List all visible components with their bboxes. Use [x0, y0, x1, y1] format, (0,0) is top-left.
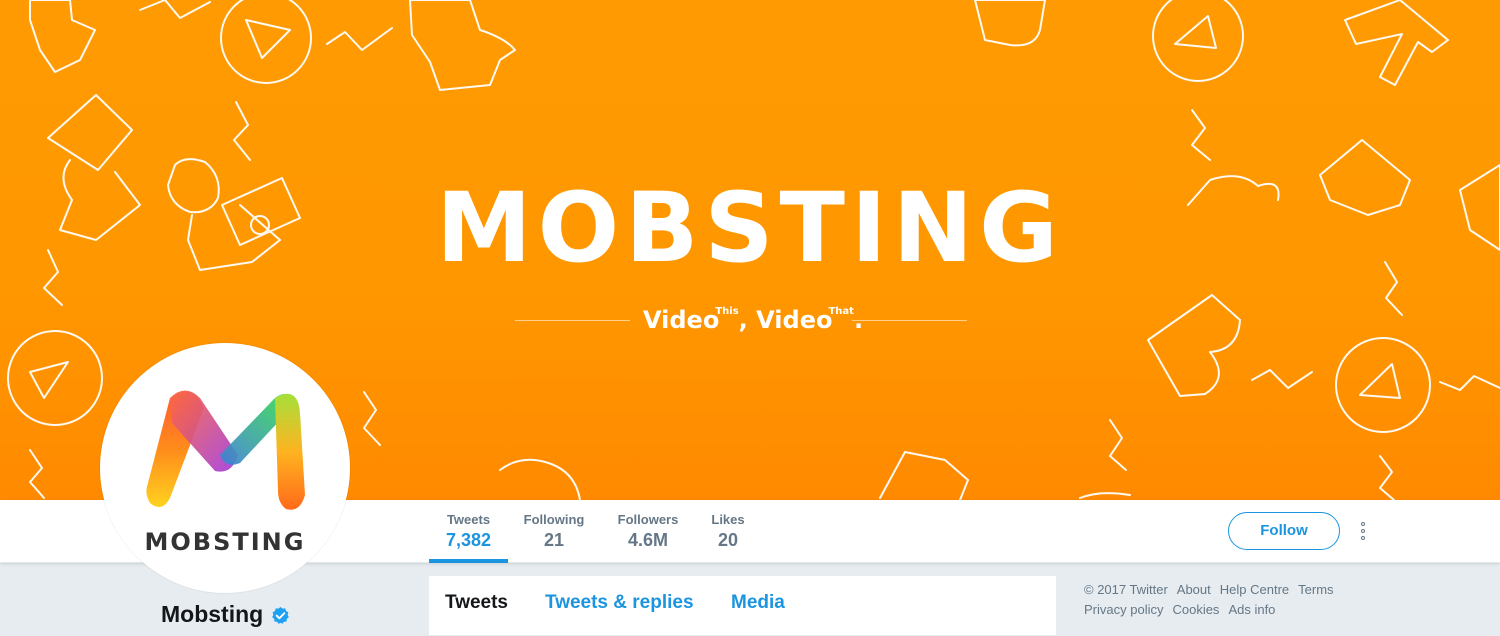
timeline-tabs: Tweets Tweets & replies Media — [429, 576, 1056, 636]
footer-link-privacy[interactable]: Privacy policy — [1084, 602, 1163, 617]
tab-media[interactable]: Media — [731, 592, 785, 614]
tagline-comma: , — [738, 306, 757, 334]
footer-copyright: © 2017 Twitter — [1084, 582, 1168, 597]
footer-link-cookies[interactable]: Cookies — [1172, 602, 1219, 617]
tagline-sup-2: That — [828, 306, 854, 317]
verified-badge-icon — [272, 606, 289, 624]
tab-tweets[interactable]: Tweets — [445, 592, 508, 614]
tagline-divider-left — [515, 320, 630, 321]
stat-tweets-label: Tweets — [446, 512, 491, 527]
banner-brand-title: MOBSTING — [436, 172, 1064, 284]
more-vertical-icon[interactable] — [1356, 520, 1370, 544]
footer-link-help-centre[interactable]: Help Centre — [1220, 582, 1289, 597]
stat-followers-label: Followers — [617, 512, 679, 527]
tagline-sup-1: This — [715, 306, 739, 317]
stat-likes[interactable]: Likes 20 — [704, 512, 752, 551]
stat-likes-value: 20 — [717, 530, 739, 550]
stat-likes-label: Likes — [711, 512, 745, 527]
tagline-text: VideoThis, VideoThat. — [643, 306, 863, 334]
stat-following-label: Following — [523, 512, 585, 527]
stat-tweets[interactable]: Tweets 7,382 — [429, 512, 508, 551]
stat-tweets-value: 7,382 — [445, 530, 492, 550]
avatar-wordmark: MOBSTING — [144, 528, 306, 556]
tagline-word-1: Video — [643, 306, 720, 334]
footer-link-about[interactable]: About — [1177, 582, 1211, 597]
tagline-word-2: Video — [756, 306, 833, 334]
profile-name[interactable]: Mobsting — [161, 601, 263, 628]
footer-link-ads-info[interactable]: Ads info — [1228, 602, 1275, 617]
stat-following-value: 21 — [543, 530, 565, 550]
avatar[interactable]: MOBSTING — [100, 343, 350, 593]
stat-followers-value: 4.6M — [627, 530, 669, 550]
banner-tagline: VideoThis, VideoThat. — [515, 300, 967, 340]
footer-link-terms[interactable]: Terms — [1298, 582, 1333, 597]
stat-followers[interactable]: Followers 4.6M — [612, 512, 684, 551]
stat-following[interactable]: Following 21 — [518, 512, 590, 551]
tab-tweets-replies[interactable]: Tweets & replies — [545, 592, 694, 614]
active-stat-underline — [429, 559, 508, 563]
tagline-divider-right — [852, 320, 967, 321]
footer-links: © 2017 Twitter About Help Centre Terms Priv… — [1084, 580, 1384, 620]
follow-button[interactable]: Follow — [1228, 512, 1340, 550]
